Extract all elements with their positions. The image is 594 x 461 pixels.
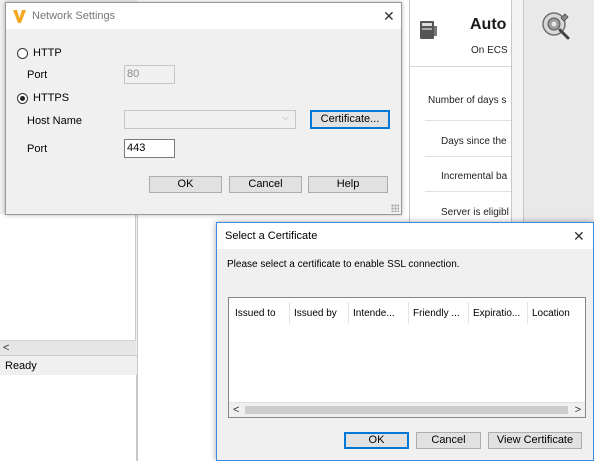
column-divider[interactable] [289, 302, 290, 324]
bottom-left-pane [0, 375, 137, 461]
column-divider[interactable] [527, 302, 528, 324]
close-icon[interactable]: ✕ [383, 9, 395, 23]
app-logo-icon [13, 10, 26, 23]
column-divider[interactable] [348, 302, 349, 324]
scroll-left-icon[interactable]: < [233, 403, 239, 417]
tree-horizontal-scrollbar[interactable]: < [0, 340, 136, 355]
https-port-field[interactable]: 443 [124, 139, 175, 158]
cancel-button[interactable]: Cancel [416, 432, 481, 449]
resize-grip-icon[interactable] [391, 204, 399, 212]
tree-pane[interactable] [0, 214, 136, 356]
dialog-title-bar: Network Settings ✕ [6, 3, 401, 29]
setting-row-eligible: Server is eligibl [441, 207, 509, 218]
cancel-button[interactable]: Cancel [229, 176, 302, 193]
status-bar: Ready [0, 355, 137, 375]
chevron-down-icon[interactable]: ⌵ [282, 112, 289, 123]
close-icon[interactable]: ✕ [573, 229, 585, 243]
list-horizontal-scrollbar[interactable]: < > [229, 402, 585, 417]
host-name-label: Host Name [27, 115, 83, 127]
certificate-list[interactable]: Issued to Issued by Intende... Friendly … [228, 297, 586, 418]
setting-row-days-since: Days since the [441, 136, 507, 147]
http-radio[interactable] [17, 48, 28, 59]
panel-title: Auto [470, 16, 507, 33]
column-issued-to[interactable]: Issued to [235, 308, 276, 319]
dialog-title: Network Settings [32, 10, 116, 22]
https-radio[interactable] [17, 93, 28, 104]
column-expiration[interactable]: Expiratio... [473, 308, 520, 319]
setting-row-incremental: Incremental ba [441, 171, 508, 182]
divider [425, 191, 511, 192]
column-issued-by[interactable]: Issued by [294, 308, 337, 319]
network-settings-dialog: Network Settings ✕ HTTP Port 80 HTTPS Ho… [5, 2, 402, 215]
http-label: HTTP [33, 47, 62, 59]
column-friendly-name[interactable]: Friendly ... [413, 308, 460, 319]
http-port-field[interactable]: 80 [124, 65, 175, 84]
https-label: HTTPS [33, 92, 70, 104]
http-port-label: Port [27, 69, 48, 81]
scroll-right-icon[interactable]: > [575, 403, 581, 417]
help-button[interactable]: Help [308, 176, 388, 193]
status-text: Ready [5, 360, 37, 372]
scrollbar-thumb[interactable] [245, 406, 568, 414]
column-divider[interactable] [408, 302, 409, 324]
view-certificate-button[interactable]: View Certificate [488, 432, 582, 449]
dialog-title-bar: Select a Certificate ✕ [217, 223, 593, 249]
settings-gear-icon[interactable] [540, 8, 572, 40]
ok-button[interactable]: OK [149, 176, 222, 193]
ok-button[interactable]: OK [344, 432, 409, 449]
setting-row-days: Number of days s [428, 95, 507, 106]
divider [425, 156, 511, 157]
divider [425, 120, 511, 121]
scroll-left-icon[interactable]: < [3, 341, 9, 355]
instruction-text: Please select a certificate to enable SS… [227, 259, 460, 270]
divider [409, 66, 511, 67]
column-divider[interactable] [468, 302, 469, 324]
column-intended[interactable]: Intende... [353, 308, 395, 319]
https-port-label: Port [27, 143, 48, 155]
host-name-combobox[interactable]: ⌵ [124, 110, 296, 129]
column-location[interactable]: Location [532, 308, 570, 319]
dialog-title: Select a Certificate [225, 230, 318, 242]
server-icon [420, 21, 437, 39]
certificate-button[interactable]: Certificate... [310, 110, 390, 129]
select-certificate-dialog: Select a Certificate ✕ Please select a c… [216, 222, 594, 461]
panel-subtitle: On ECS [471, 45, 508, 56]
